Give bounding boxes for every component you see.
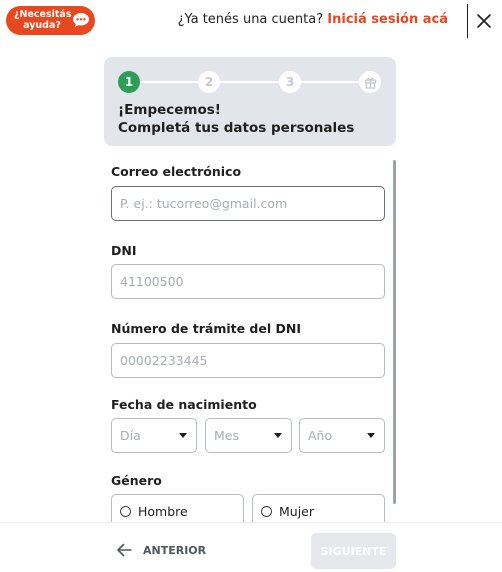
steps-track xyxy=(128,81,370,83)
gender-option-female[interactable]: Mujer xyxy=(252,494,385,522)
step-2: 2 xyxy=(198,71,220,93)
birthdate-label: Fecha de nacimiento xyxy=(111,397,257,412)
month-select-value: Mes xyxy=(214,428,239,443)
day-select-value: Día xyxy=(120,428,141,443)
account-question: ¿Ya tenés una cuenta? xyxy=(177,12,324,27)
email-label: Correo electrónico xyxy=(111,164,242,179)
login-prompt: ¿Ya tenés una cuenta? Iniciá sesión acá xyxy=(178,12,448,27)
gender-option-male[interactable]: Hombre xyxy=(111,494,244,522)
chevron-down-icon xyxy=(367,433,375,438)
month-select[interactable]: Mes xyxy=(205,418,292,453)
gender-option-label: Hombre xyxy=(138,504,188,519)
help-button[interactable]: ¿Necesitás ayuda? xyxy=(6,6,95,35)
dni-label: DNI xyxy=(111,243,137,258)
year-select-value: Año xyxy=(308,428,333,443)
step-final xyxy=(359,71,381,93)
next-button[interactable]: SIGUIENTE xyxy=(311,533,396,569)
dni-field[interactable] xyxy=(111,264,385,299)
progress-steps-card: 1 2 3 ¡Empecemos! Completá tus datos per… xyxy=(104,57,396,146)
personal-data-form: Correo electrónico DNI Número de trámite… xyxy=(111,160,387,522)
radio-icon xyxy=(261,506,272,517)
chat-bubble-icon xyxy=(73,13,89,27)
email-field[interactable] xyxy=(111,186,385,221)
year-select[interactable]: Año xyxy=(299,418,385,453)
radio-icon xyxy=(120,506,131,517)
step-3: 3 xyxy=(279,71,301,93)
gender-option-label: Mujer xyxy=(279,504,315,519)
steps-title-line2: Completá tus datos personales xyxy=(118,120,355,136)
footer-nav: ANTERIOR SIGUIENTE xyxy=(0,522,502,572)
tramite-field[interactable] xyxy=(111,343,385,378)
close-icon[interactable] xyxy=(472,9,496,33)
chevron-down-icon xyxy=(179,433,187,438)
chevron-down-icon xyxy=(274,433,282,438)
form-scrollbar[interactable] xyxy=(393,160,396,504)
top-bar: ¿Necesitás ayuda? ¿Ya tenés una cuenta? … xyxy=(0,0,502,42)
header-divider xyxy=(467,4,468,38)
login-link[interactable]: Iniciá sesión acá xyxy=(327,12,448,27)
gift-icon xyxy=(364,77,376,89)
steps-title-line1: ¡Empecemos! xyxy=(118,102,221,118)
tramite-label: Número de trámite del DNI xyxy=(111,321,301,336)
gender-label: Género xyxy=(111,473,162,488)
help-label: ¿Necesitás ayuda? xyxy=(14,9,72,31)
day-select[interactable]: Día xyxy=(111,418,197,453)
back-button-label: ANTERIOR xyxy=(143,544,207,557)
step-1: 1 xyxy=(118,71,140,93)
arrow-left-icon xyxy=(117,543,132,557)
steps-title: ¡Empecemos! Completá tus datos personale… xyxy=(118,101,354,137)
